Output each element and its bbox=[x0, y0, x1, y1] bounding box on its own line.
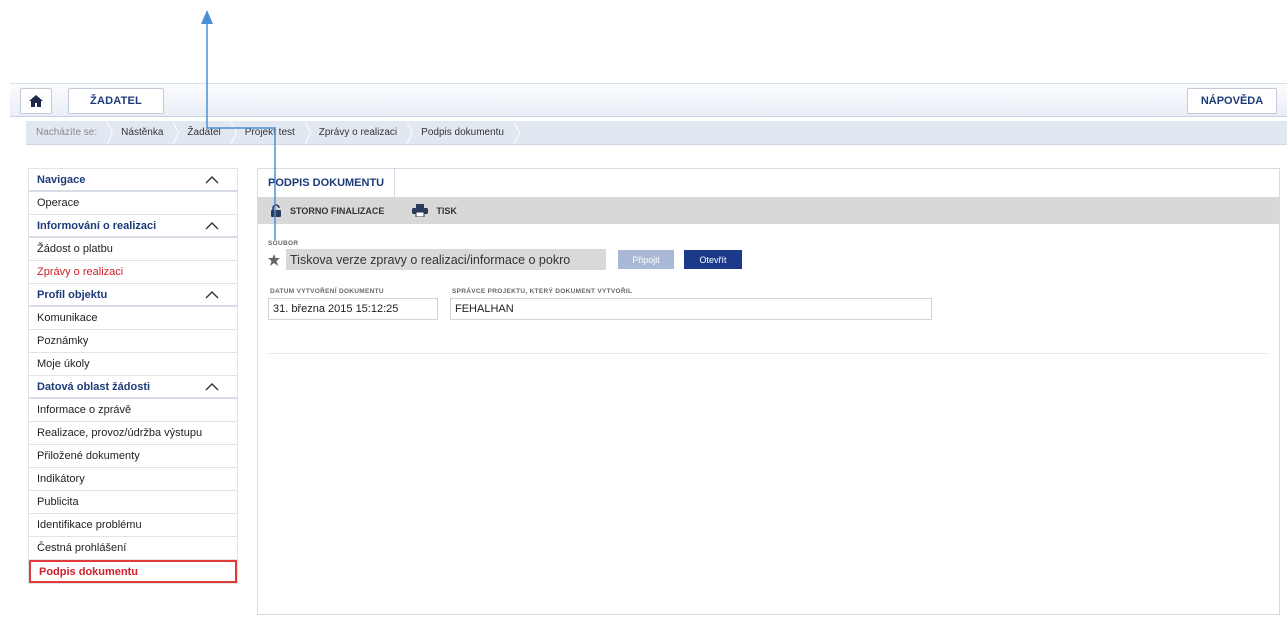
sidebar-section-navigace[interactable]: Navigace bbox=[29, 169, 237, 192]
sidebar-item-operace[interactable]: Operace bbox=[29, 192, 237, 215]
tab-podpis-dokumentu[interactable]: PODPIS DOKUMENTU bbox=[258, 169, 396, 197]
sidebar-item-indikatory[interactable]: Indikátory bbox=[29, 468, 237, 491]
breadcrumb-prefix: Nacházíte se: bbox=[26, 121, 114, 145]
datum-label: DATUM VYTVOŘENÍ DOKUMENTU bbox=[270, 288, 384, 295]
chevron-up-icon bbox=[205, 222, 219, 230]
sidebar-item-komunikace[interactable]: Komunikace bbox=[29, 307, 237, 330]
breadcrumb-item-podpis[interactable]: Podpis dokumentu bbox=[407, 121, 520, 145]
signature-icon bbox=[268, 253, 280, 266]
chevron-up-icon bbox=[205, 176, 219, 184]
sidebar-item-poznamky[interactable]: Poznámky bbox=[29, 330, 237, 353]
sidebar-item-realizace-provoz[interactable]: Realizace, provoz/údržba výstupu bbox=[29, 422, 237, 445]
sidebar-section-label: Profil objektu bbox=[37, 288, 108, 301]
sidebar-item-informace-o-zprave[interactable]: Informace o zprávě bbox=[29, 399, 237, 422]
sidebar-section-profil-objektu[interactable]: Profil objektu bbox=[29, 284, 237, 307]
soubor-field[interactable]: Tiskova verze zpravy o realizaci/informa… bbox=[286, 249, 606, 270]
otevrit-button[interactable]: Otevřít bbox=[684, 250, 742, 269]
chevron-up-icon bbox=[205, 383, 219, 391]
sidebar-item-podpis-dokumentu[interactable]: Podpis dokumentu bbox=[29, 560, 237, 583]
tisk-label: TISK bbox=[436, 205, 457, 216]
sidebar-item-prilozene-dokumenty[interactable]: Přiložené dokumenty bbox=[29, 445, 237, 468]
sidebar-item-zpravy-o-realizaci[interactable]: Zprávy o realizaci bbox=[29, 261, 237, 284]
printer-icon bbox=[412, 204, 429, 217]
home-icon bbox=[29, 95, 43, 107]
sidebar-section-label: Informování o realizaci bbox=[37, 219, 157, 232]
unlock-icon bbox=[271, 204, 281, 217]
sidebar-section-label: Datová oblast žádosti bbox=[37, 380, 151, 393]
sidebar: Navigace Operace Informování o realizaci… bbox=[28, 168, 238, 584]
spravce-label: SPRÁVCE PROJEKTU, KTERÝ DOKUMENT VYTVOŘI… bbox=[452, 288, 633, 295]
main-panel: PODPIS DOKUMENTU STORNO FINALIZACE TISK … bbox=[257, 168, 1280, 615]
sidebar-section-label: Navigace bbox=[37, 173, 86, 186]
storno-finalizace-button[interactable]: STORNO FINALIZACE bbox=[270, 204, 384, 217]
top-bar: ŽADATEL NÁPOVĚDA bbox=[10, 83, 1287, 117]
breadcrumb-item-zadatel[interactable]: Žadatel bbox=[173, 121, 238, 145]
datum-field[interactable]: 31. března 2015 15:12:25 bbox=[268, 298, 438, 320]
breadcrumb-item-projekt[interactable]: Projekt test bbox=[231, 121, 311, 145]
storno-finalizace-label: STORNO FINALIZACE bbox=[290, 205, 385, 216]
sidebar-item-moje-ukoly[interactable]: Moje úkoly bbox=[29, 353, 237, 376]
spravce-field[interactable]: FEHALHAN bbox=[450, 298, 932, 320]
sidebar-item-cestna-prohlaseni[interactable]: Čestná prohlášení bbox=[29, 537, 237, 560]
sidebar-item-identifikace-problemu[interactable]: Identifikace problému bbox=[29, 514, 237, 537]
sidebar-section-datova-oblast[interactable]: Datová oblast žádosti bbox=[29, 376, 237, 399]
file-row: Tiskova verze zpravy o realizaci/informa… bbox=[268, 249, 742, 270]
napoveda-button[interactable]: NÁPOVĚDA bbox=[1187, 88, 1277, 114]
tisk-button[interactable]: TISK bbox=[412, 204, 457, 217]
chevron-up-icon bbox=[205, 291, 219, 299]
sidebar-item-publicita[interactable]: Publicita bbox=[29, 491, 237, 514]
breadcrumb-item-nastenka[interactable]: Nástěnka bbox=[107, 121, 180, 145]
zadatel-button[interactable]: ŽADATEL bbox=[68, 88, 164, 114]
sidebar-item-zadost-o-platbu[interactable]: Žádost o platbu bbox=[29, 238, 237, 261]
toolbar: STORNO FINALIZACE TISK bbox=[258, 197, 1279, 224]
sidebar-section-informovani[interactable]: Informování o realizaci bbox=[29, 215, 237, 238]
breadcrumb-item-zpravy[interactable]: Zprávy o realizaci bbox=[305, 121, 414, 145]
divider bbox=[268, 353, 1268, 354]
breadcrumb: Nacházíte se: Nástěnka Žadatel Projekt t… bbox=[26, 121, 1287, 145]
soubor-label: SOUBOR bbox=[268, 240, 299, 247]
pripojit-button[interactable]: Připojit bbox=[618, 250, 674, 269]
home-button[interactable] bbox=[20, 88, 52, 114]
